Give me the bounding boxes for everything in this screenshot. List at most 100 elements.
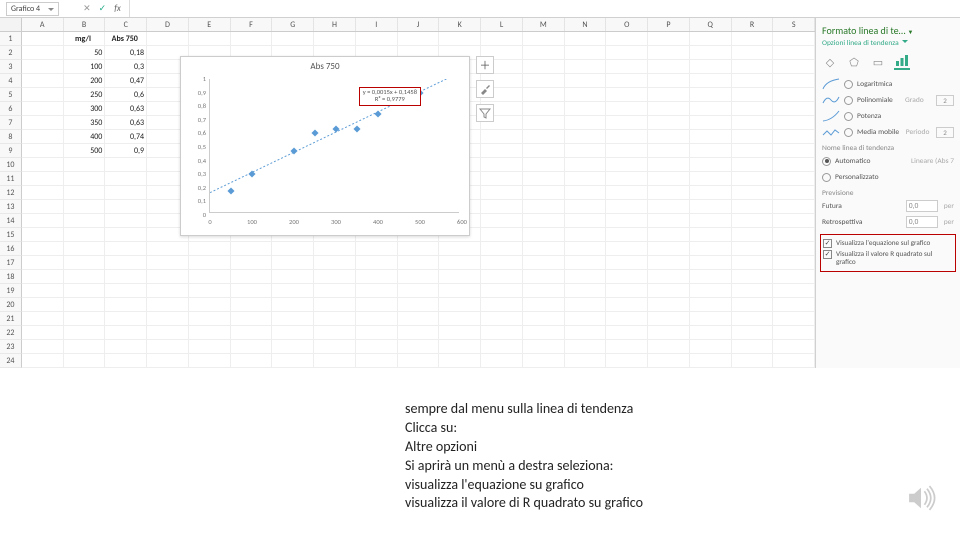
cell[interactable]: mg/l bbox=[64, 32, 106, 46]
cell[interactable] bbox=[648, 228, 690, 242]
cell[interactable] bbox=[732, 74, 774, 88]
cell[interactable]: 0,63 bbox=[105, 116, 147, 130]
cell[interactable] bbox=[732, 88, 774, 102]
cell[interactable] bbox=[565, 130, 607, 144]
row-header[interactable]: 12 bbox=[0, 186, 22, 200]
cell[interactable] bbox=[565, 116, 607, 130]
cell[interactable] bbox=[523, 144, 565, 158]
cell[interactable] bbox=[481, 158, 523, 172]
cell[interactable] bbox=[690, 46, 732, 60]
col-header[interactable]: K bbox=[439, 18, 481, 31]
cell[interactable] bbox=[523, 298, 565, 312]
cell[interactable] bbox=[272, 326, 314, 340]
cell[interactable] bbox=[773, 256, 815, 270]
cell[interactable] bbox=[648, 116, 690, 130]
cell[interactable] bbox=[231, 312, 273, 326]
cell[interactable] bbox=[732, 228, 774, 242]
cell[interactable] bbox=[606, 32, 648, 46]
cell[interactable] bbox=[523, 312, 565, 326]
cell[interactable] bbox=[22, 130, 64, 144]
cell[interactable] bbox=[147, 340, 189, 354]
cell[interactable]: 400 bbox=[64, 130, 106, 144]
cell[interactable] bbox=[439, 284, 481, 298]
cell[interactable] bbox=[565, 284, 607, 298]
cell[interactable] bbox=[690, 32, 732, 46]
cell[interactable] bbox=[565, 32, 607, 46]
cell[interactable] bbox=[606, 354, 648, 368]
checkbox-icon[interactable]: ✓ bbox=[823, 239, 832, 248]
cell[interactable] bbox=[272, 340, 314, 354]
cell[interactable] bbox=[314, 32, 356, 46]
cell[interactable] bbox=[606, 242, 648, 256]
cell[interactable] bbox=[398, 242, 440, 256]
cell[interactable] bbox=[565, 214, 607, 228]
row-header[interactable]: 20 bbox=[0, 298, 22, 312]
cell[interactable] bbox=[356, 312, 398, 326]
cell[interactable] bbox=[22, 46, 64, 60]
cell[interactable] bbox=[22, 60, 64, 74]
cell[interactable] bbox=[439, 326, 481, 340]
cell[interactable] bbox=[398, 312, 440, 326]
cell[interactable] bbox=[64, 340, 106, 354]
row-header[interactable]: 24 bbox=[0, 354, 22, 368]
forecast-backward-input[interactable] bbox=[906, 216, 938, 228]
cell[interactable] bbox=[773, 74, 815, 88]
cell[interactable] bbox=[356, 242, 398, 256]
col-header[interactable]: C bbox=[105, 18, 147, 31]
option-spin[interactable]: 2 bbox=[936, 95, 954, 106]
cell[interactable] bbox=[690, 228, 732, 242]
cell[interactable] bbox=[773, 32, 815, 46]
name-box[interactable]: Grafico 4 bbox=[6, 2, 59, 16]
row-header[interactable]: 1 bbox=[0, 32, 22, 46]
cell[interactable] bbox=[523, 214, 565, 228]
cell[interactable] bbox=[147, 242, 189, 256]
cell[interactable] bbox=[231, 298, 273, 312]
cell[interactable] bbox=[606, 298, 648, 312]
cell[interactable] bbox=[773, 200, 815, 214]
cell[interactable] bbox=[606, 340, 648, 354]
cell[interactable] bbox=[314, 326, 356, 340]
cell[interactable] bbox=[398, 32, 440, 46]
cell[interactable] bbox=[481, 312, 523, 326]
cell[interactable] bbox=[147, 312, 189, 326]
cell[interactable] bbox=[773, 326, 815, 340]
cell[interactable] bbox=[732, 32, 774, 46]
cell[interactable] bbox=[231, 256, 273, 270]
cell[interactable] bbox=[690, 74, 732, 88]
row-header[interactable]: 7 bbox=[0, 116, 22, 130]
cell[interactable]: Abs 750 bbox=[105, 32, 147, 46]
cell[interactable] bbox=[231, 340, 273, 354]
cell[interactable] bbox=[606, 312, 648, 326]
cell[interactable] bbox=[690, 326, 732, 340]
row-header[interactable]: 17 bbox=[0, 256, 22, 270]
col-header[interactable]: B bbox=[64, 18, 106, 31]
cell[interactable] bbox=[732, 312, 774, 326]
cell[interactable] bbox=[105, 200, 147, 214]
cell[interactable] bbox=[565, 354, 607, 368]
cell[interactable] bbox=[773, 242, 815, 256]
cell[interactable] bbox=[773, 102, 815, 116]
cell[interactable] bbox=[773, 270, 815, 284]
col-header[interactable]: M bbox=[523, 18, 565, 31]
cell[interactable] bbox=[481, 214, 523, 228]
cell[interactable] bbox=[105, 256, 147, 270]
cell[interactable]: 0,3 bbox=[105, 60, 147, 74]
cell[interactable] bbox=[22, 228, 64, 242]
cell[interactable] bbox=[231, 242, 273, 256]
cell[interactable] bbox=[565, 74, 607, 88]
row-header[interactable]: 23 bbox=[0, 340, 22, 354]
cell[interactable] bbox=[64, 242, 106, 256]
cell[interactable] bbox=[189, 284, 231, 298]
cell[interactable] bbox=[523, 130, 565, 144]
cell[interactable] bbox=[648, 60, 690, 74]
radio[interactable] bbox=[822, 173, 831, 182]
cell[interactable] bbox=[105, 340, 147, 354]
cell[interactable] bbox=[22, 354, 64, 368]
cell[interactable] bbox=[606, 46, 648, 60]
cell[interactable] bbox=[690, 172, 732, 186]
cell[interactable] bbox=[398, 326, 440, 340]
cell[interactable] bbox=[773, 158, 815, 172]
cell[interactable]: 100 bbox=[64, 60, 106, 74]
cell[interactable] bbox=[439, 242, 481, 256]
cell[interactable] bbox=[523, 284, 565, 298]
